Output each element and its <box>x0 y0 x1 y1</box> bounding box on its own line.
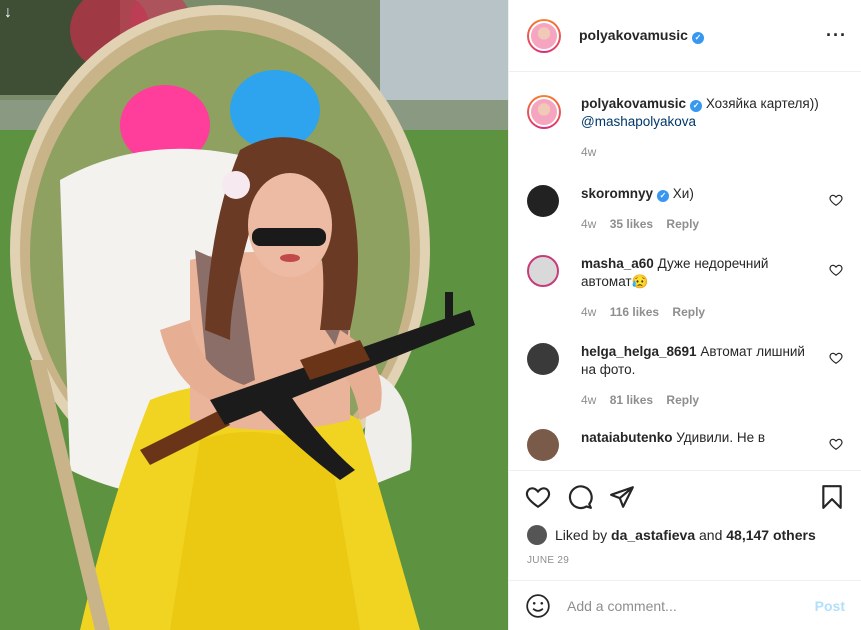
comment-like-heart-icon[interactable] <box>829 351 843 365</box>
post-actions: Liked by da_astafieva and 48,147 others … <box>509 470 861 566</box>
emoji-smile-icon[interactable] <box>525 593 551 619</box>
share-paper-plane-icon[interactable] <box>609 484 635 510</box>
comment-likes[interactable]: 116 likes <box>610 305 659 319</box>
comment-time[interactable]: 4w <box>581 217 596 231</box>
post-sidebar: polyakovamusic ✓ ··· polyakovamusic ✓ Хозя… <box>508 0 861 630</box>
download-arrow-icon[interactable]: ↓ <box>4 4 12 22</box>
verified-badge-icon: ✓ <box>657 190 670 202</box>
verified-badge-icon: ✓ <box>691 32 704 44</box>
like-heart-icon[interactable] <box>525 484 551 510</box>
more-options-icon[interactable]: ··· <box>826 25 847 46</box>
post-header: polyakovamusic ✓ ··· <box>509 0 861 72</box>
reply-button[interactable]: Reply <box>666 217 699 231</box>
comment-item: helga_helga_8691 Автомат лишний на фото.… <box>527 343 845 409</box>
caption-username[interactable]: polyakovamusic <box>581 96 686 111</box>
likes-summary: Liked by da_astafieva and 48,147 others <box>509 523 861 547</box>
comment-like-heart-icon[interactable] <box>829 263 843 277</box>
comment-item: nataiabutenko Удивили. Не в <box>527 429 845 461</box>
comment-time[interactable]: 4w <box>581 393 596 407</box>
comment-username[interactable]: skoromnyy <box>581 186 653 201</box>
author-username[interactable]: polyakovamusic ✓ <box>579 27 704 44</box>
comment-username[interactable]: nataiabutenko <box>581 430 673 445</box>
liker-avatar[interactable] <box>527 525 547 545</box>
comment-item: masha_a60 Дуже недоречний автомат😥 4w 11… <box>527 255 845 321</box>
reply-button[interactable]: Reply <box>672 305 705 319</box>
comments-list[interactable]: polyakovamusic ✓ Хозяйка картеля)) @masha… <box>509 73 861 469</box>
comment-like-heart-icon[interactable] <box>829 193 843 207</box>
author-avatar[interactable] <box>527 18 561 53</box>
save-bookmark-icon[interactable] <box>819 484 845 510</box>
comment-username[interactable]: helga_helga_8691 <box>581 344 697 359</box>
comment-username[interactable]: masha_a60 <box>581 256 654 271</box>
commenter-avatar[interactable] <box>527 429 559 461</box>
post-photo[interactable]: ↓ <box>0 0 508 630</box>
commenter-avatar[interactable] <box>527 343 559 375</box>
liked-by-user[interactable]: da_astafieva <box>611 527 695 543</box>
caption-time[interactable]: 4w <box>581 145 596 159</box>
post-button[interactable]: Post <box>815 598 845 614</box>
comment-likes[interactable]: 81 likes <box>610 393 653 407</box>
add-comment-bar: Add a comment... Post <box>509 580 861 630</box>
caption-text: Хозяйка картеля)) <box>705 96 819 111</box>
liked-by-prefix: Liked by <box>555 527 608 543</box>
caption-mention[interactable]: @mashapolyakova <box>581 114 696 129</box>
post-image <box>0 0 508 630</box>
comment-item: skoromnyy ✓ Хи) 4w 35 likes Reply <box>527 185 845 233</box>
liked-by-and: and <box>699 527 723 543</box>
caption-avatar[interactable] <box>527 95 561 129</box>
caption: polyakovamusic ✓ Хозяйка картеля)) @masha… <box>527 95 845 161</box>
comment-likes[interactable]: 35 likes <box>610 217 653 231</box>
comment-text: Хи) <box>672 186 694 201</box>
commenter-avatar[interactable] <box>527 255 559 287</box>
comment-like-heart-icon[interactable] <box>829 437 843 451</box>
verified-badge-icon: ✓ <box>690 100 703 112</box>
comment-time[interactable]: 4w <box>581 305 596 319</box>
liked-by-others[interactable]: 48,147 others <box>726 527 816 543</box>
comment-text: Удивили. Не в <box>676 430 766 445</box>
comment-input[interactable]: Add a comment... <box>567 598 815 614</box>
post-date[interactable]: JUNE 29 <box>509 547 861 566</box>
comment-bubble-icon[interactable] <box>567 484 593 510</box>
commenter-avatar[interactable] <box>527 185 559 217</box>
reply-button[interactable]: Reply <box>666 393 699 407</box>
